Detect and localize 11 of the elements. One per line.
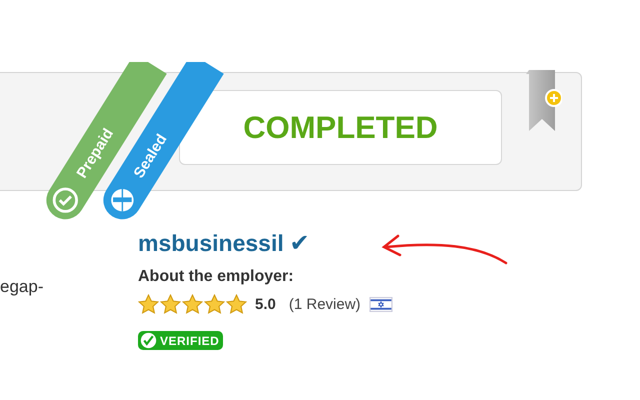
flag-icon — [368, 297, 393, 312]
check-icon — [51, 186, 80, 214]
body-text: egap- — [0, 277, 44, 297]
section-heading: About the employer: — [138, 268, 294, 286]
review-count-link[interactable]: (1 Review) — [288, 296, 361, 313]
username-link[interactable]: msbusinessil — [138, 230, 284, 257]
status-label: COMPLETED — [179, 90, 502, 165]
rating-value: 5.0 — [255, 296, 276, 313]
verified-text: VERIFIED — [160, 334, 220, 348]
verified-check: ✔ — [290, 229, 310, 258]
seal-icon — [108, 186, 136, 214]
